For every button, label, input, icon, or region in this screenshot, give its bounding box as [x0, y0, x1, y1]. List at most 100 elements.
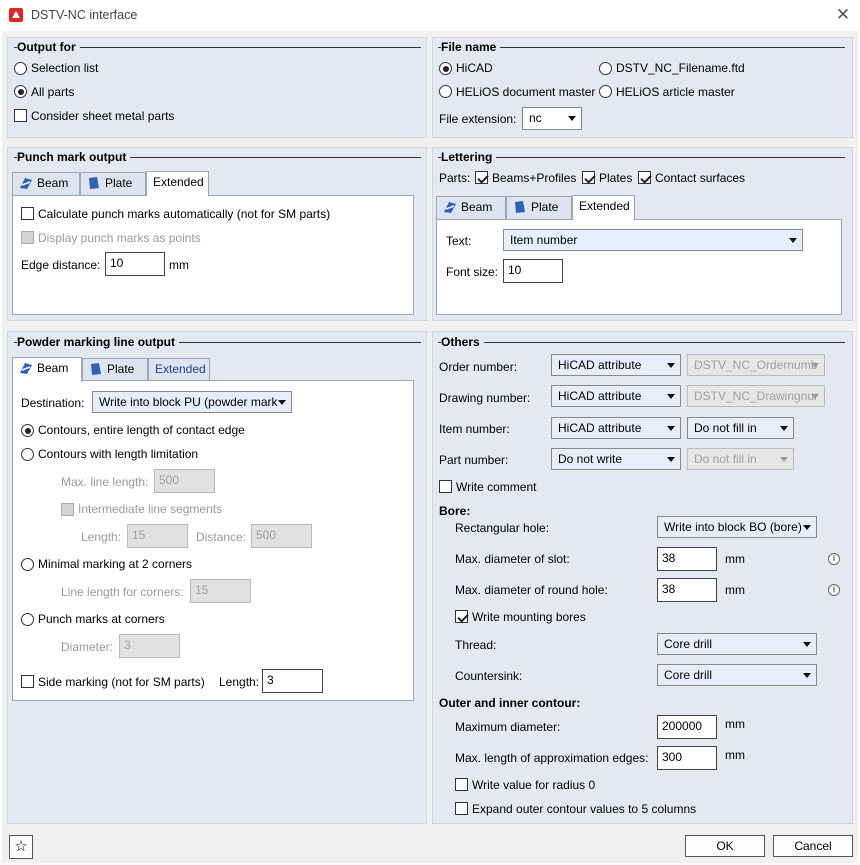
item-fill-value: Do not fill in	[694, 421, 757, 435]
max-diameter-input[interactable]: 200000	[657, 715, 717, 739]
countersink-select[interactable]: Core drill	[657, 664, 817, 686]
selection-list-radio[interactable]	[14, 62, 27, 75]
ftd-label: DSTV_NC_Filename.ftd	[616, 61, 745, 75]
powder-tab-plate[interactable]: Plate	[82, 358, 148, 381]
helios-article-radio[interactable]	[599, 85, 612, 98]
distance-input[interactable]: 500	[251, 524, 312, 548]
item-number-select[interactable]: HiCAD attribute	[551, 417, 681, 439]
ftd-radio[interactable]	[599, 62, 612, 75]
ok-button[interactable]: OK	[685, 835, 765, 857]
punch-tab-plate[interactable]: Plate	[80, 172, 146, 195]
edge-distance-input[interactable]: 10	[105, 252, 165, 276]
chevron-down-icon	[803, 673, 811, 678]
punch-mark-heading: Punch mark output	[17, 150, 131, 164]
plates-label: Plates	[599, 171, 633, 185]
punch-corners-label: Punch marks at corners	[38, 612, 165, 626]
lettering-tab-extended-label: Extended	[579, 199, 630, 213]
file-extension-select[interactable]: nc	[522, 107, 582, 130]
chevron-down-icon	[789, 238, 797, 243]
approx-edges-input[interactable]: 300	[657, 746, 717, 770]
side-marking-checkbox[interactable]	[21, 675, 34, 688]
part-number-label: Part number:	[439, 453, 509, 467]
lettering-tab-extended[interactable]: Extended	[572, 195, 635, 220]
side-length-label: Length:	[219, 675, 260, 689]
chevron-down-icon	[667, 363, 675, 368]
destination-value: Write into block PU (powder mark	[99, 395, 278, 409]
radius-zero-checkbox[interactable]	[455, 778, 468, 791]
approx-edges-label: Max. length of approximation edges:	[455, 751, 649, 765]
drawing-number-label: Drawing number:	[439, 391, 531, 405]
beams-profiles-checkbox[interactable]	[475, 171, 488, 184]
all-parts-radio[interactable]	[14, 85, 27, 98]
side-marking-label: Side marking (not for SM parts)	[38, 675, 205, 689]
hicad-label: HiCAD	[456, 61, 493, 75]
punch-tab-beam[interactable]: Beam	[12, 172, 80, 195]
punch-tab-beam-label: Beam	[37, 176, 69, 190]
part-fill-select[interactable]: Do not fill in	[687, 448, 794, 470]
powder-tab-extended-label: Extended	[155, 362, 206, 376]
max-diameter-unit: mm	[725, 717, 745, 731]
punch-corners-radio[interactable]	[21, 613, 34, 626]
beam-icon	[19, 361, 33, 375]
order-attribute-value: DSTV_NC_Ordernumb	[694, 358, 818, 372]
order-attribute-select[interactable]: DSTV_NC_Ordernumb	[687, 354, 825, 376]
approx-edges-unit: mm	[725, 748, 745, 762]
contact-surfaces-checkbox[interactable]	[638, 171, 651, 184]
beam-icon	[443, 200, 457, 214]
text-label: Text:	[446, 234, 472, 248]
length-label: Length:	[81, 530, 122, 544]
destination-select[interactable]: Write into block PU (powder mark	[92, 391, 292, 413]
drawing-attribute-select[interactable]: DSTV_NC_Drawingnur	[687, 385, 825, 407]
item-number-value: HiCAD attribute	[558, 421, 642, 435]
sheet-metal-checkbox[interactable]	[14, 109, 27, 122]
plates-checkbox[interactable]	[582, 171, 595, 184]
item-fill-select[interactable]: Do not fill in	[687, 417, 794, 439]
drawing-number-select[interactable]: HiCAD attribute	[551, 385, 681, 407]
length-input[interactable]: 15	[127, 524, 188, 548]
contours-entire-radio[interactable]	[21, 424, 34, 437]
font-size-input[interactable]: 10	[503, 259, 563, 283]
helios-doc-radio[interactable]	[439, 85, 452, 98]
write-comment-checkbox[interactable]	[439, 480, 452, 493]
max-line-input[interactable]: 500	[154, 469, 215, 493]
contours-limit-radio[interactable]	[21, 448, 34, 461]
powder-heading: Powder marking line output	[17, 335, 180, 349]
display-points-checkbox[interactable]	[21, 231, 34, 244]
order-number-label: Order number:	[439, 360, 518, 374]
close-icon[interactable]: ✕	[833, 6, 853, 26]
cancel-button[interactable]: Cancel	[773, 835, 853, 857]
punch-tab-extended[interactable]: Extended	[146, 171, 209, 196]
slot-diameter-label: Max. diameter of slot:	[455, 552, 570, 566]
expand-columns-checkbox[interactable]	[455, 802, 468, 815]
thread-value: Core drill	[664, 637, 713, 651]
side-length-input[interactable]: 3	[262, 669, 323, 693]
diameter-input[interactable]: 3	[119, 634, 180, 658]
chevron-down-icon	[780, 457, 788, 462]
rectangular-hole-select[interactable]: Write into block BO (bore)	[657, 516, 817, 538]
minimal-label: Minimal marking at 2 corners	[38, 557, 193, 571]
powder-tab-extended[interactable]: Extended	[148, 358, 210, 381]
countersink-label: Countersink:	[455, 669, 523, 683]
info-icon[interactable]: i	[828, 553, 840, 565]
corner-length-input[interactable]: 15	[190, 579, 251, 603]
lettering-tab-plate[interactable]: Plate	[506, 196, 572, 219]
auto-punch-checkbox[interactable]	[21, 207, 34, 220]
hicad-radio[interactable]	[439, 62, 452, 75]
slot-diameter-input[interactable]: 38	[657, 547, 717, 571]
part-number-value: Do not write	[558, 452, 623, 466]
thread-select[interactable]: Core drill	[657, 633, 817, 655]
chevron-down-icon	[803, 642, 811, 647]
info-icon[interactable]: i	[828, 584, 840, 596]
favorites-star-icon[interactable]: ☆	[9, 835, 33, 859]
round-hole-label: Max. diameter of round hole:	[455, 583, 608, 597]
lettering-tab-beam[interactable]: Beam	[436, 196, 506, 219]
punch-tab-plate-label: Plate	[105, 176, 133, 190]
minimal-radio[interactable]	[21, 558, 34, 571]
round-hole-input[interactable]: 38	[657, 578, 717, 602]
text-select[interactable]: Item number	[503, 229, 803, 251]
part-number-select[interactable]: Do not write	[551, 448, 681, 470]
intermediate-checkbox[interactable]	[61, 503, 74, 516]
mounting-bores-checkbox[interactable]	[455, 610, 468, 623]
powder-tab-beam[interactable]: Beam	[12, 357, 82, 382]
order-number-select[interactable]: HiCAD attribute	[551, 354, 681, 376]
